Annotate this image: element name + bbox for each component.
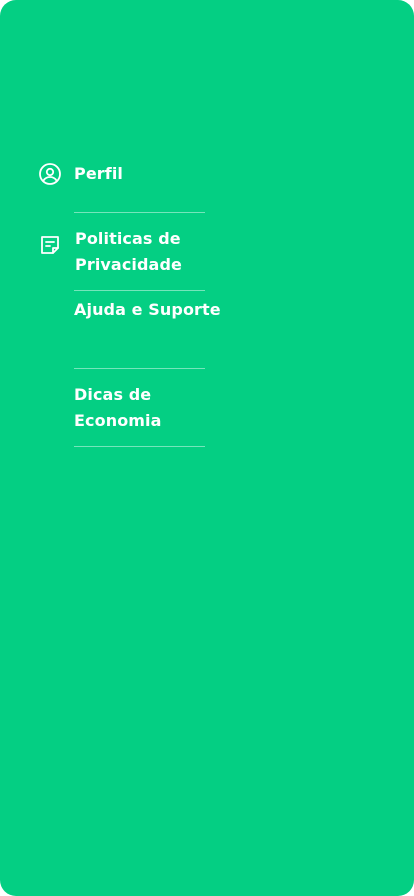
menu-item-perfil[interactable]: Perfil: [0, 160, 240, 210]
menu-item-label: Ajuda e Suporte: [74, 300, 221, 319]
side-menu: Perfil Politicas de Privacidade Ajuda e …: [0, 0, 414, 896]
menu-item-dicas-de-economia[interactable]: Dicas de Economia: [0, 382, 240, 444]
menu-divider: [74, 368, 205, 369]
menu-divider: [74, 212, 205, 213]
menu-divider: [74, 290, 205, 291]
menu-item-ajuda-e-suporte[interactable]: Ajuda e Suporte: [0, 297, 240, 359]
document-icon: [41, 236, 59, 254]
menu-item-label: Dicas de Economia: [74, 385, 162, 430]
app-screen: Perfil Politicas de Privacidade Ajuda e …: [0, 0, 414, 896]
menu-divider: [74, 446, 205, 447]
menu-item-label: Perfil: [74, 164, 123, 183]
user-circle-icon: [39, 163, 61, 185]
menu-item-label: Politicas de Privacidade: [75, 229, 182, 274]
menu-item-politicas-de-privacidade[interactable]: Politicas de Privacidade: [0, 226, 240, 288]
